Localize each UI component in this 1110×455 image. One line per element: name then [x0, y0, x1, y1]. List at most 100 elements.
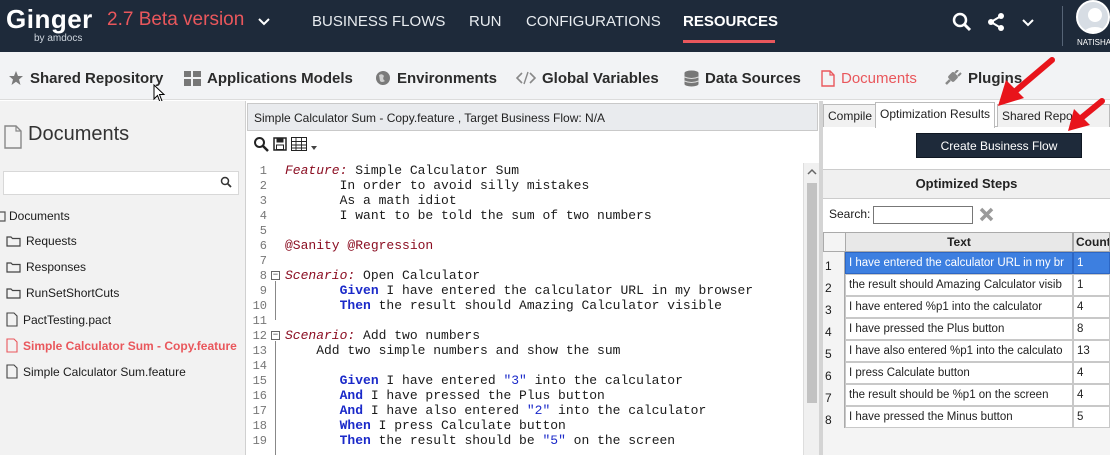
column-header-count[interactable]: Count: [1073, 232, 1110, 252]
annotation-arrow-icon: [998, 57, 1055, 106]
cell-step-count[interactable]: 8: [1073, 318, 1110, 340]
nav-run[interactable]: RUN: [469, 13, 502, 30]
folder-icon: [6, 262, 21, 273]
share-icon[interactable]: [986, 12, 1006, 32]
code-token: When: [339, 418, 371, 433]
code-icon: [516, 71, 536, 85]
save-icon[interactable]: [273, 137, 287, 151]
tree-item-runsetshortcuts[interactable]: RunSetShortCuts: [6, 286, 119, 300]
cell-step-count[interactable]: 4: [1073, 362, 1110, 384]
toolbar-environments[interactable]: Environments: [375, 68, 497, 88]
row-number[interactable]: 4: [823, 318, 845, 340]
cell-step-count[interactable]: 4: [1073, 384, 1110, 406]
dropdown-icon[interactable]: [311, 145, 317, 151]
version-label[interactable]: 2.7 Beta version: [107, 9, 244, 31]
toolbar-item-label: Global Variables: [542, 69, 659, 87]
cell-step-count[interactable]: 13: [1073, 340, 1110, 362]
cell-step-text[interactable]: I press Calculate button: [845, 362, 1073, 384]
cell-step-text[interactable]: I have pressed the Minus button: [845, 406, 1073, 428]
toolbar-global-variables[interactable]: Global Variables: [516, 68, 659, 88]
toolbar-shared-repository[interactable]: Shared Repository: [8, 68, 163, 88]
code-line: Add two simple numbers and show the sum: [285, 343, 620, 358]
tab-compile[interactable]: Compile: [823, 104, 878, 127]
nav-resources[interactable]: RESOURCES: [683, 13, 778, 30]
fold-guide: [275, 281, 276, 320]
cell-step-text[interactable]: I have pressed the Plus button: [845, 318, 1073, 340]
code-token: In order to avoid silly mistakes: [285, 178, 590, 193]
line-number: 10: [252, 299, 267, 313]
tree-item-calculator[interactable]: Simple Calculator Sum.feature: [6, 364, 186, 379]
documents-search-input[interactable]: [3, 171, 239, 195]
row-number[interactable]: 8: [823, 406, 845, 428]
cell-step-text[interactable]: the result should be %p1 on the screen: [845, 384, 1073, 406]
user-avatar[interactable]: [1076, 0, 1110, 34]
row-number[interactable]: 7: [823, 384, 845, 406]
code-token: Given: [339, 373, 379, 388]
toolbar-item-label: Documents: [841, 69, 917, 87]
editor-scrollbar[interactable]: [803, 163, 819, 455]
cell-step-text[interactable]: I have also entered %p1 into the calcula…: [845, 340, 1073, 362]
scrollbar-thumb[interactable]: [807, 183, 817, 403]
code-token: Feature:: [285, 163, 348, 178]
line-number: 18: [252, 419, 267, 433]
cell-step-count[interactable]: 1: [1073, 252, 1110, 274]
folder-icon: [0, 211, 6, 222]
code-token: I have pressed the Plus button: [363, 388, 605, 403]
tab-optimization-results[interactable]: Optimization Results: [875, 102, 996, 128]
database-icon: [684, 70, 699, 86]
tree-item-label: Requests: [26, 234, 77, 248]
cell-step-count[interactable]: 4: [1073, 296, 1110, 318]
create-business-flow-button[interactable]: Create Business Flow: [916, 133, 1082, 158]
row-number[interactable]: 2: [823, 274, 845, 296]
resources-toolbar: Shared Repository Applications Models En…: [0, 52, 1110, 103]
clear-icon[interactable]: [978, 206, 995, 223]
search-icon[interactable]: [952, 12, 972, 32]
line-number: 5: [259, 224, 267, 238]
feature-editor: Simple Calculator Sum - Copy.feature , T…: [247, 101, 819, 455]
code-area[interactable]: 1 Feature: Simple Calculator Sum 2 In orde…: [247, 163, 803, 455]
cell-step-text[interactable]: I have entered the calculator URL in my …: [845, 252, 1073, 274]
nav-business-flows[interactable]: BUSINESS FLOWS: [312, 13, 445, 30]
optimization-panel: Compile Optimization Results Shared Repo…: [823, 101, 1110, 455]
cell-step-count[interactable]: 5: [1073, 406, 1110, 428]
table-icon[interactable]: [291, 137, 307, 151]
toolbar-data-sources[interactable]: Data Sources: [684, 68, 801, 88]
cell-step-count[interactable]: 1: [1073, 274, 1110, 296]
row-number[interactable]: 1: [823, 252, 845, 274]
search-icon[interactable]: [220, 176, 232, 188]
arrow-up-icon[interactable]: [805, 167, 819, 177]
tree-item-requests[interactable]: Requests: [6, 234, 77, 248]
row-number[interactable]: 3: [823, 296, 845, 318]
code-line: When I press Calculate button: [285, 418, 566, 433]
file-icon: [6, 338, 18, 353]
annotation-arrow-icon: [1068, 98, 1105, 131]
chevron-down-icon[interactable]: [1018, 12, 1038, 32]
tree-item-calculator-copy[interactable]: Simple Calculator Sum - Copy.feature: [6, 338, 237, 353]
cell-step-text[interactable]: the result should Amazing Calculator vis…: [845, 274, 1073, 296]
tree-item-pacttesting[interactable]: PactTesting.pact: [6, 312, 111, 327]
toolbar-applications-models[interactable]: Applications Models: [184, 68, 353, 88]
nav-configurations[interactable]: CONFIGURATIONS: [526, 13, 661, 30]
toolbar-item-label: Data Sources: [705, 69, 801, 87]
toolbar-documents[interactable]: Documents: [821, 68, 917, 88]
optimized-steps-header: Optimized Steps: [823, 169, 1110, 199]
line-number: 4: [259, 209, 267, 223]
document-icon: [4, 125, 22, 149]
user-name: NATISHA: [1077, 38, 1110, 47]
column-header-text[interactable]: Text: [845, 232, 1073, 252]
row-number[interactable]: 5: [823, 340, 845, 362]
steps-search-input[interactable]: [873, 206, 973, 224]
tree-root-documents[interactable]: Documents: [0, 209, 70, 223]
line-number: 14: [252, 359, 267, 373]
tree-item-responses[interactable]: Responses: [6, 260, 86, 274]
fold-toggle[interactable]: −: [271, 331, 280, 340]
search-icon[interactable]: [253, 136, 269, 152]
line-number: 6: [259, 239, 267, 253]
cell-step-text[interactable]: I have entered %p1 into the calculator: [845, 296, 1073, 318]
star-icon: [9, 71, 23, 85]
row-number[interactable]: 6: [823, 362, 845, 384]
fold-toggle[interactable]: −: [271, 271, 280, 280]
editor-toolbar: [253, 136, 317, 152]
chevron-down-icon[interactable]: [256, 14, 272, 30]
code-token: Scenario:: [285, 268, 356, 283]
